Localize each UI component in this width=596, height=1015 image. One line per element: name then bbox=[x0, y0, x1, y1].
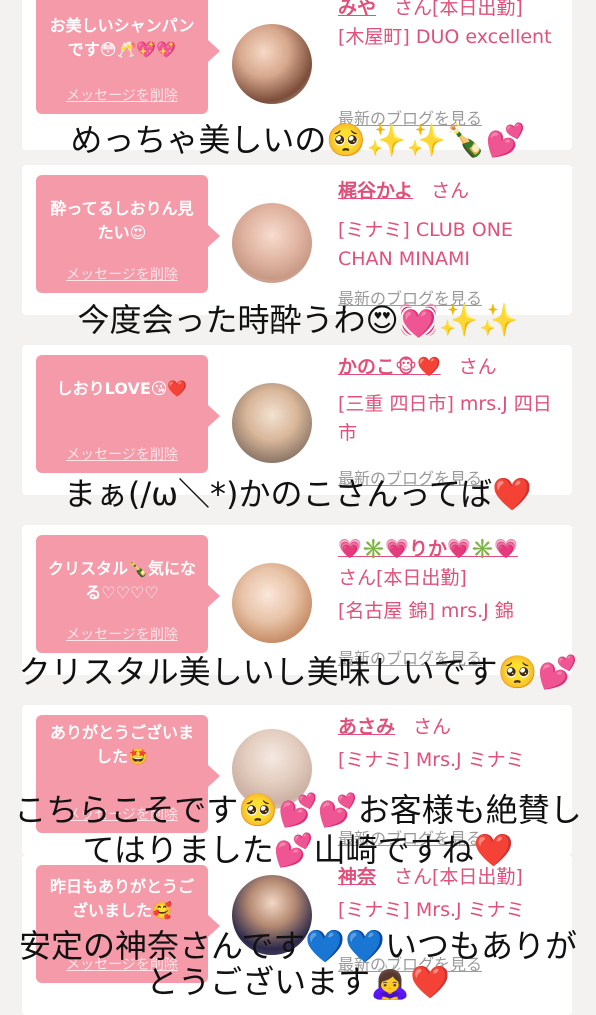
shop-text: [ミナミ] Mrs.J ミナミ bbox=[338, 899, 525, 921]
message-text: しおりLOVE😘❤️ bbox=[56, 379, 188, 398]
avatar[interactable] bbox=[232, 563, 312, 643]
status-text: さん bbox=[458, 356, 497, 378]
girl-name-link[interactable]: かのこ🐵❤️ bbox=[338, 356, 441, 378]
shop-text: [名古屋 錦] mrs.J 錦 bbox=[338, 600, 514, 622]
shop-text: [三重 四日市] mrs.J 四日市 bbox=[338, 393, 552, 444]
caption-line: とうございます🙇‍♀️❤️ bbox=[146, 963, 450, 1001]
delete-message-link[interactable]: メッセージを削除 bbox=[36, 263, 208, 287]
profile-info: 神奈 さん[本日出勤] [ミナミ] Mrs.J ミナミ bbox=[338, 863, 564, 925]
status-text: さん bbox=[413, 716, 452, 738]
profile-info: かのこ🐵❤️ さん [三重 四日市] mrs.J 四日市 bbox=[338, 353, 564, 448]
status-text: さん[本日出勤] bbox=[394, 0, 523, 19]
profile-info: 💗✳️💗りか💗✳️💗 さん[本日出勤] [名古屋 錦] mrs.J 錦 bbox=[338, 535, 564, 626]
message-bubble: 酔ってるしおりん見たい😍 メッセージを削除 bbox=[36, 175, 220, 293]
message-text: 酔ってるしおりん見たい😍 bbox=[50, 199, 194, 242]
profile-info: 梶谷かよ さん [ミナミ] CLUB ONE CHAN MINAMI bbox=[338, 177, 564, 274]
shop-text: [ミナミ] Mrs.J ミナミ bbox=[338, 749, 525, 771]
message-bubble: しおりLOVE😘❤️ メッセージを削除 bbox=[36, 355, 220, 473]
message-text: ありがとうございました🤩 bbox=[49, 723, 194, 766]
caption-line: クリスタル美しいし美味しいです🥺💕 bbox=[18, 653, 578, 691]
caption-line: こちらこそです🥺💕💕お客様も絶賛し bbox=[14, 791, 582, 829]
message-card: しおりLOVE😘❤️ メッセージを削除 かのこ🐵❤️ さん [三重 四日市] mr… bbox=[22, 345, 572, 495]
avatar[interactable] bbox=[232, 203, 312, 283]
girl-name-link[interactable]: 💗✳️💗りか💗✳️💗 bbox=[338, 538, 518, 560]
message-text: クリスタル🍾気になる♡♡♡♡ bbox=[48, 559, 196, 602]
avatar[interactable] bbox=[232, 24, 312, 104]
girl-name-link[interactable]: あさみ bbox=[338, 716, 395, 738]
message-bubble: クリスタル🍾気になる♡♡♡♡ メッセージを削除 bbox=[36, 535, 220, 653]
profile-info: あさみ さん [ミナミ] Mrs.J ミナミ bbox=[338, 713, 564, 775]
caption-line: てはりました💕山崎ですね❤️ bbox=[82, 831, 514, 869]
avatar[interactable] bbox=[232, 383, 312, 463]
shop-text: [木屋町] DUO excellent bbox=[338, 26, 552, 48]
caption-line: めっちゃ美しいの🥺✨✨🍾💕 bbox=[70, 121, 526, 159]
profile-info: みや さん[本日出勤] [木屋町] DUO excellent bbox=[338, 0, 564, 52]
caption-line: 今度会った時酔うわ😍💓✨✨ bbox=[77, 301, 519, 339]
caption-line: 安定の神奈さんです💙💙いつもありが bbox=[18, 927, 578, 965]
message-card: 酔ってるしおりん見たい😍 メッセージを削除 梶谷かよ さん [ミナミ] CLUB … bbox=[22, 165, 572, 315]
girl-name-link[interactable]: みや bbox=[338, 0, 376, 19]
message-bubble: お美しいシャンパンです😳🥂💖💖 メッセージを削除 bbox=[36, 0, 220, 114]
message-text: 昨日もありがとうございました🥰 bbox=[49, 877, 194, 920]
delete-message-link[interactable]: メッセージを削除 bbox=[36, 623, 208, 647]
message-text: お美しいシャンパンです😳🥂💖💖 bbox=[49, 16, 195, 59]
caption-line: まぁ(/ω＼*)かのこさんってば❤️ bbox=[63, 475, 533, 513]
delete-message-link[interactable]: メッセージを削除 bbox=[36, 84, 208, 108]
delete-message-link[interactable]: メッセージを削除 bbox=[36, 443, 208, 467]
girl-name-link[interactable]: 梶谷かよ bbox=[338, 180, 413, 202]
shop-text: [ミナミ] CLUB ONE CHAN MINAMI bbox=[338, 219, 513, 270]
status-text: さん bbox=[431, 180, 470, 202]
status-text: さん[本日出勤] bbox=[338, 567, 467, 589]
